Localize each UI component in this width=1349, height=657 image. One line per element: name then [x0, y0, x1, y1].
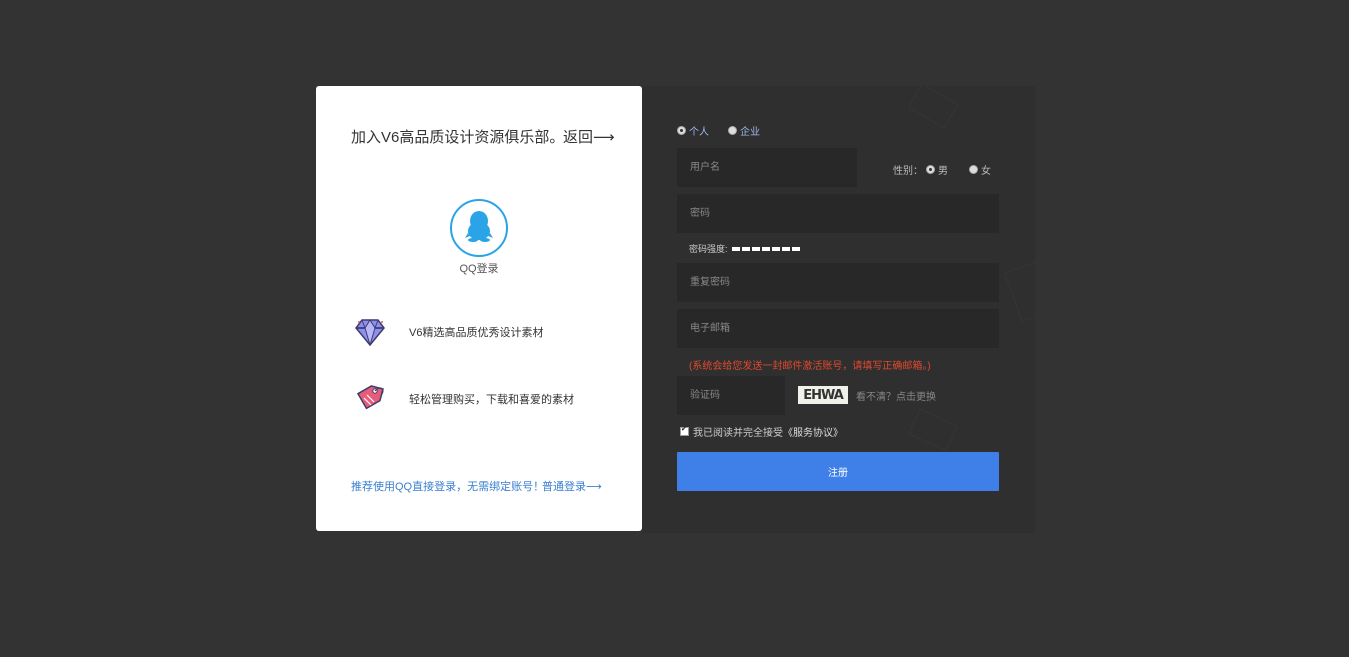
qq-login-label: QQ登录 [459, 263, 499, 275]
background-decoration [908, 86, 958, 129]
register-form-panel: 个人 企业 性别： 男 女 密码强度: (系统会给您发送一封邮件激活账号，请填写… [642, 86, 1035, 533]
gender-label: 性别： [893, 166, 923, 177]
page: 加入V6高品质设计资源俱乐部。 返回⟶ QQ登录 V6精选高品质优秀设计素材 轻… [0, 0, 1349, 657]
radio-male[interactable] [926, 165, 935, 174]
background-decoration [908, 408, 958, 451]
email-warning: (系统会给您发送一封邮件激活账号，请填写正确邮箱。) [689, 361, 931, 372]
captcha-image[interactable]: EHWA [798, 386, 848, 404]
diamond-icon [354, 316, 386, 348]
strength-meter [731, 246, 802, 251]
card-title: 加入V6高品质设计资源俱乐部。 [351, 129, 565, 146]
background-decoration [1004, 262, 1035, 322]
qq-recommend-link[interactable]: 推荐使用QQ直接登录，无需绑定账号！ [351, 478, 544, 494]
agree-text: 我已阅读并完全接受 [693, 428, 783, 439]
service-agreement-link[interactable]: 《服务协议》 [783, 424, 843, 439]
feature-text: 轻松管理购买，下载和喜爱的素材 [409, 394, 574, 406]
agreement-row: 我已阅读并完全接受 《服务协议》 [680, 424, 843, 439]
password-input[interactable] [677, 194, 999, 233]
qq-penguin-icon [464, 209, 494, 248]
gender-group: 性别： 男 女 [893, 162, 991, 177]
account-type-personal[interactable]: 个人 [677, 123, 709, 138]
account-type-company[interactable]: 企业 [728, 123, 760, 138]
password-strength: 密码强度: [689, 242, 802, 255]
feature-item: V6精选高品质优秀设计素材 [354, 316, 543, 348]
captcha-input[interactable] [677, 376, 785, 415]
qq-login-card: 加入V6高品质设计资源俱乐部。 返回⟶ QQ登录 V6精选高品质优秀设计素材 轻… [316, 86, 642, 531]
strength-label: 密码强度: [689, 244, 728, 254]
normal-login-link[interactable]: 普通登录⟶ [542, 478, 602, 494]
agree-checkbox[interactable] [680, 425, 689, 436]
radio-personal[interactable] [677, 126, 686, 135]
email-input[interactable] [677, 309, 999, 348]
captcha-refresh-link[interactable]: 看不清？点击更换 [856, 388, 936, 403]
register-button[interactable]: 注册 [677, 452, 999, 491]
username-input[interactable] [677, 148, 857, 187]
repeat-password-input[interactable] [677, 263, 999, 302]
radio-company[interactable] [728, 126, 737, 135]
feature-item: 轻松管理购买，下载和喜爱的素材 [354, 383, 574, 415]
back-link[interactable]: 返回⟶ [563, 126, 615, 147]
captcha-text: EHWA [803, 387, 844, 403]
feature-text: V6精选高品质优秀设计素材 [409, 327, 544, 339]
tag-icon [354, 383, 386, 415]
radio-female[interactable] [969, 165, 978, 174]
qq-login-button[interactable] [450, 199, 508, 257]
